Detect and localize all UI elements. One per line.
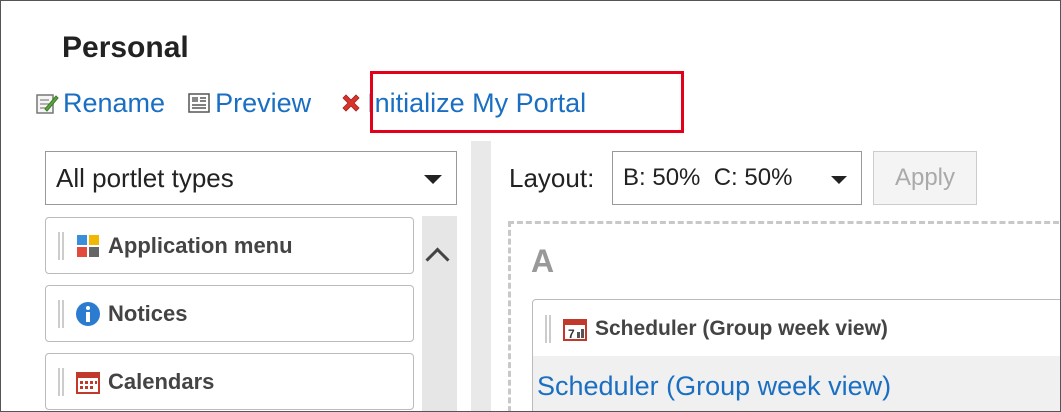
- portlet-item-application-menu[interactable]: Application menu: [45, 217, 414, 274]
- layout-label: Layout:: [509, 163, 595, 193]
- portlet-card-title: Scheduler (Group week view): [595, 317, 888, 340]
- drag-handle[interactable]: [545, 315, 551, 343]
- info-icon: [74, 300, 102, 328]
- scrollbar[interactable]: [422, 216, 457, 411]
- preview-icon: [187, 91, 211, 115]
- drag-handle[interactable]: [58, 299, 64, 328]
- app-menu-icon: [74, 232, 102, 260]
- drag-handle[interactable]: [58, 231, 64, 260]
- edit-icon: [35, 91, 59, 115]
- panel-divider: [471, 141, 491, 411]
- scheduler-icon: 7: [561, 315, 589, 343]
- highlight-box: [370, 71, 684, 133]
- portlet-item-label: Notices: [108, 300, 188, 326]
- zone-label: A: [531, 243, 555, 279]
- rename-label: Rename: [63, 87, 166, 118]
- layout-select[interactable]: B: 50% C: 50%: [612, 151, 862, 205]
- portlet-item-label: Calendars: [108, 368, 215, 394]
- preview-link[interactable]: Preview: [187, 88, 311, 119]
- calendar-icon: [74, 368, 102, 396]
- preview-label: Preview: [215, 87, 312, 118]
- chevron-down-icon: [424, 175, 442, 184]
- portlet-item-label: Application menu: [108, 232, 293, 258]
- portlet-type-filter-value: All portlet types: [56, 162, 234, 193]
- portlet-item-calendars[interactable]: Calendars: [45, 353, 414, 410]
- page-title: Personal: [62, 31, 189, 64]
- chevron-down-icon: [831, 176, 847, 184]
- apply-button[interactable]: Apply: [873, 151, 977, 205]
- portal-settings-window: Personal Rename Preview Initialize My Po…: [0, 0, 1061, 412]
- rename-link[interactable]: Rename: [35, 88, 165, 119]
- layout-select-value: B: 50% C: 50%: [623, 164, 793, 191]
- portlet-type-filter[interactable]: All portlet types: [45, 151, 457, 205]
- drag-handle[interactable]: [58, 367, 64, 396]
- close-icon: [339, 91, 363, 115]
- svg-text:7: 7: [568, 327, 575, 341]
- portlet-item-notices[interactable]: Notices: [45, 285, 414, 342]
- scheduler-link[interactable]: Scheduler (Group week view): [537, 371, 891, 402]
- portlet-card-header[interactable]: 7 Scheduler (Group week view): [533, 300, 888, 358]
